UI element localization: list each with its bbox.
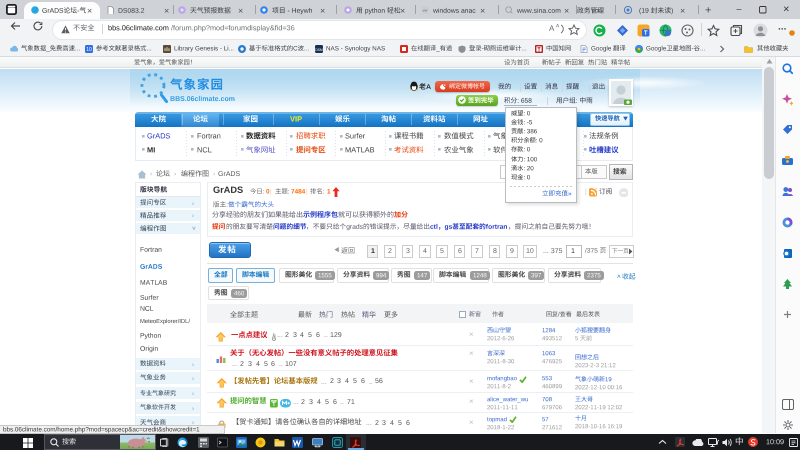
svg-text:DSM: DSM — [315, 47, 323, 51]
svg-text:10: 10 — [86, 47, 92, 53]
